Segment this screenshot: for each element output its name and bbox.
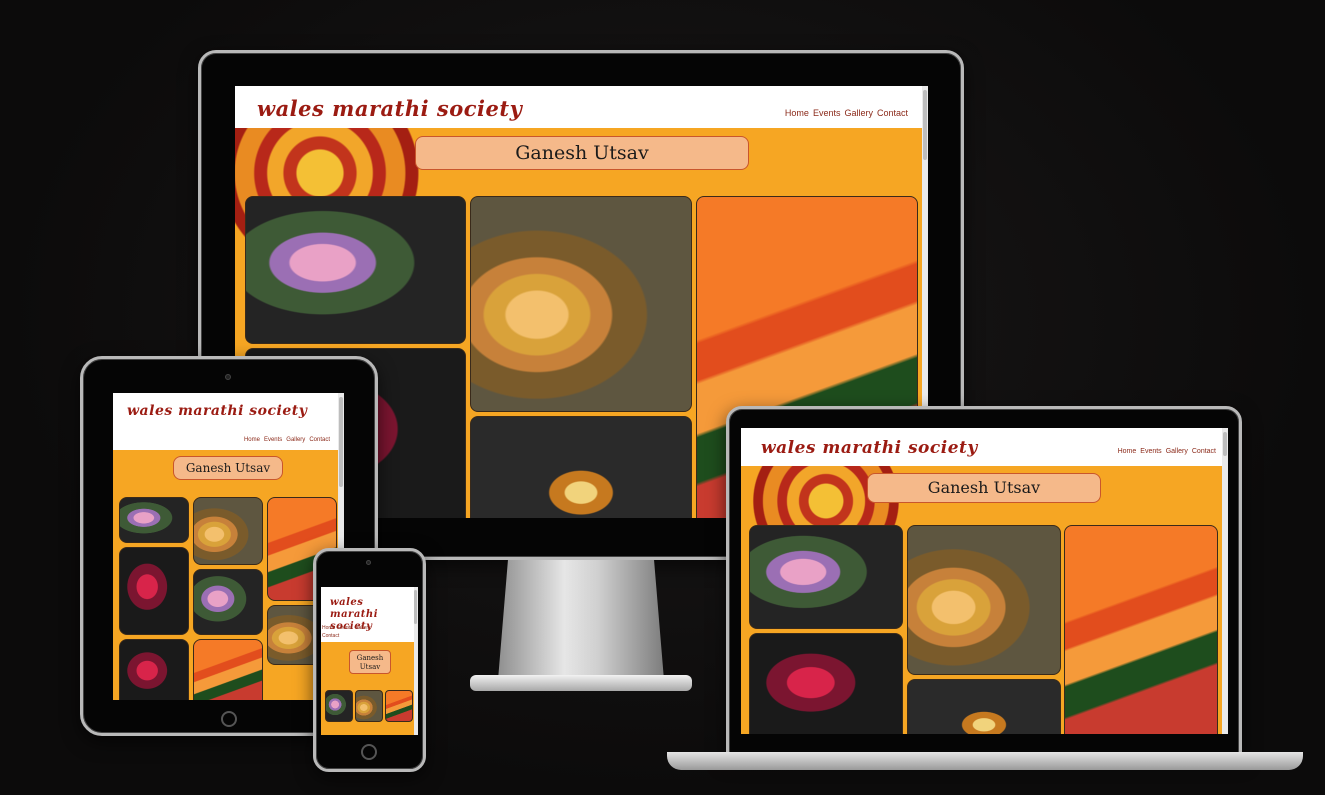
site-logo[interactable]: wales marathi society [257,96,522,121]
site-logo[interactable]: wales marathi society [127,403,307,419]
nav-contact[interactable]: Contact [1192,448,1216,455]
page-title: Ganesh Utsav [173,456,283,480]
nav-events[interactable]: Events [264,437,282,443]
gallery-section: Ganesh Utsav [113,450,344,700]
gallery-image[interactable] [119,639,189,700]
nav-gallery[interactable]: Gallery [355,625,371,631]
camera-icon [366,560,371,565]
gallery-image[interactable] [119,497,189,543]
gallery-image[interactable] [325,690,353,722]
laptop: wales marathi society Home Events Galler… [667,406,1303,776]
gallery-image[interactable] [193,497,263,565]
gallery-image[interactable] [245,196,466,344]
gallery-section: Ganesh Utsav [321,642,418,735]
phone: wales marathi society Home Events Galler… [313,548,426,772]
nav-contact[interactable]: Contact [322,633,339,639]
nav-gallery[interactable]: Gallery [286,437,305,443]
gallery-section: Ganesh Utsav [741,466,1228,734]
laptop-screen: wales marathi society Home Events Galler… [741,428,1228,734]
nav-home[interactable]: Home [785,108,809,118]
main-nav: Home Events Gallery Contact [322,625,382,639]
tablet-screen: wales marathi society Home Events Galler… [113,393,344,700]
phone-screen: wales marathi society Home Events Galler… [321,587,418,735]
page-title: Ganesh Utsav [349,650,391,674]
monitor-stand [498,560,664,680]
gallery-image[interactable] [907,525,1061,675]
gallery-image[interactable] [470,196,692,412]
home-button[interactable] [361,744,377,760]
nav-home[interactable]: Home [1118,448,1137,455]
gallery-image[interactable] [470,416,692,518]
gallery-image[interactable] [385,690,413,722]
laptop-base [667,752,1303,770]
main-nav: Home Events Gallery Contact [244,437,330,443]
gallery-image[interactable] [749,525,903,629]
gallery-image[interactable] [1064,525,1218,734]
page-title: Ganesh Utsav [415,136,749,170]
nav-gallery[interactable]: Gallery [1166,448,1188,455]
mockup-stage: wales marathi society Home Events Galler… [0,0,1325,795]
gallery-image[interactable] [119,547,189,635]
gallery-image[interactable] [907,679,1061,734]
monitor-base [470,675,692,691]
nav-events[interactable]: Events [813,108,841,118]
nav-home[interactable]: Home [322,625,335,631]
home-button[interactable] [221,711,237,727]
scrollbar[interactable] [414,587,418,735]
nav-contact[interactable]: Contact [309,437,330,443]
gallery-image[interactable] [193,569,263,635]
page-title: Ganesh Utsav [867,473,1101,503]
gallery-image[interactable] [749,633,903,734]
nav-contact[interactable]: Contact [877,108,908,118]
nav-events[interactable]: Events [1140,448,1161,455]
site-logo[interactable]: wales marathi society [761,438,978,458]
nav-home[interactable]: Home [244,437,260,443]
gallery-image[interactable] [355,690,383,722]
nav-events[interactable]: Events [337,625,352,631]
scrollbar[interactable] [1222,428,1228,734]
main-nav: Home Events Gallery Contact [1118,448,1216,455]
nav-gallery[interactable]: Gallery [844,108,873,118]
camera-icon [225,374,231,380]
main-nav: Home Events Gallery Contact [785,108,908,118]
gallery-image[interactable] [193,639,263,700]
